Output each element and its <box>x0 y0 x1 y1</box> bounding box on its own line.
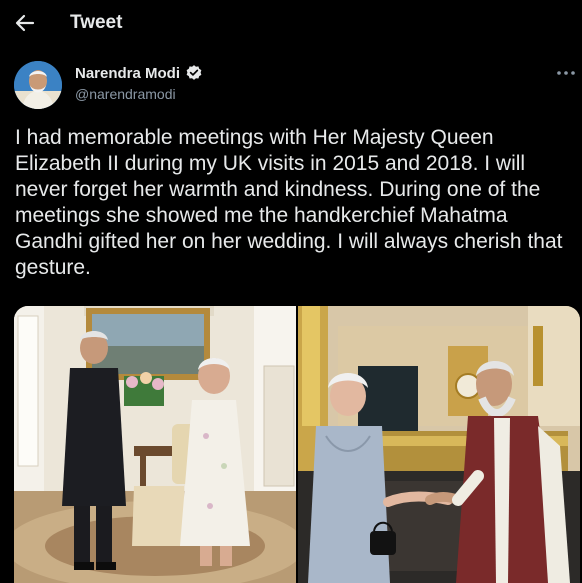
avatar[interactable] <box>14 61 62 109</box>
tweet-photo-2[interactable] <box>298 306 580 583</box>
tweet-header: Tweet <box>0 0 582 46</box>
arrow-left-icon[interactable] <box>14 12 36 34</box>
tweet-media-grid <box>14 306 580 583</box>
tweet-text: I had memorable meetings with Her Majest… <box>15 126 563 279</box>
author-handle[interactable]: @narendramodi <box>75 86 176 102</box>
tweet-photo-1[interactable] <box>14 306 296 583</box>
author-display-name[interactable]: Narendra Modi <box>75 65 180 82</box>
more-horizontal-icon[interactable] <box>555 66 577 80</box>
author-name-row: Narendra Modi <box>75 64 203 82</box>
verified-badge-icon <box>185 64 203 82</box>
page-title: Tweet <box>70 12 123 33</box>
